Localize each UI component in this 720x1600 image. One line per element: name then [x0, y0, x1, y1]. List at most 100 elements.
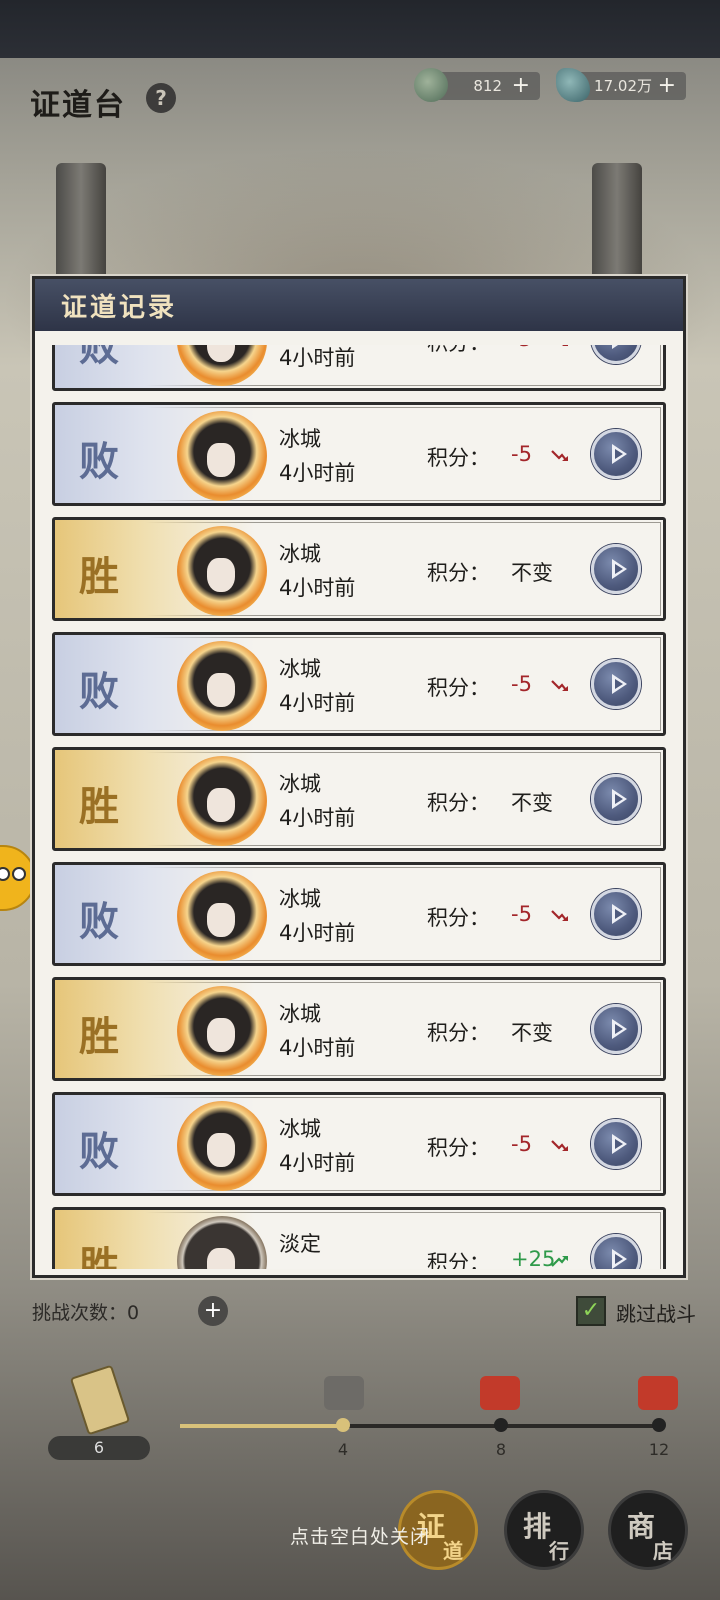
score-change: 不变	[511, 1021, 553, 1045]
score-label: 积分：	[427, 446, 490, 470]
replay-button[interactable]	[591, 544, 641, 594]
help-icon[interactable]: ?	[146, 83, 176, 113]
score-change: +25	[511, 1247, 556, 1269]
score-label: 积分：	[427, 1251, 490, 1269]
record-row: 败冰城4小时前积分：-5	[52, 345, 666, 391]
top-status-band	[0, 0, 720, 58]
record-time: 4小时前	[279, 691, 356, 715]
trend-down-icon	[551, 1140, 568, 1151]
score-label: 积分：	[427, 791, 490, 815]
record-time: 4小时前	[279, 346, 356, 370]
mascot-eye-right	[12, 867, 26, 881]
record-row: 败冰城4小时前积分：-5	[52, 402, 666, 506]
modal-title: 证道记录	[61, 293, 178, 323]
milestone-node	[494, 1418, 508, 1432]
skip-battle-label: 跳过战斗	[616, 1302, 696, 1326]
record-time: 4小时前	[279, 1151, 356, 1175]
replay-button[interactable]	[591, 1004, 641, 1054]
challenge-count: 挑战次数：0	[32, 1298, 139, 1325]
trend-down-icon	[551, 680, 568, 691]
avatar-face	[207, 788, 235, 822]
score-label: 积分：	[427, 561, 490, 585]
result-text: 败	[79, 438, 119, 485]
opponent-name: 冰城	[279, 887, 321, 911]
currency-jade: 812 +	[414, 68, 540, 102]
skip-battle-checkbox[interactable]: ✓	[576, 1296, 606, 1326]
result-text: 败	[79, 668, 119, 715]
score-label: 积分：	[427, 1136, 490, 1160]
score-change: -5	[511, 345, 532, 351]
result-text: 胜	[79, 1013, 119, 1060]
trend-down-icon	[551, 450, 568, 461]
add-challenge-button[interactable]: +	[198, 1296, 228, 1326]
record-row: 胜 冰城 4小时前 积分： 不变	[52, 517, 666, 621]
avatar-face	[207, 443, 235, 477]
record-time: 4小时前	[279, 806, 356, 830]
avatar-face	[207, 903, 235, 937]
result-text: 败	[79, 345, 119, 370]
result-text: 胜	[79, 553, 119, 600]
currency-crystal-value: 17.02万	[594, 77, 652, 95]
opponent-avatar	[177, 986, 267, 1076]
opponent-avatar	[177, 526, 267, 616]
milestone-chest-icon[interactable]	[324, 1376, 364, 1410]
milestone-label: 8	[495, 1440, 507, 1459]
replay-button[interactable]	[591, 659, 641, 709]
record-time: 4小时前	[279, 461, 356, 485]
close-hint[interactable]: 点击空白处关闭	[0, 1522, 720, 1549]
record-time: 4小时前	[279, 576, 356, 600]
opponent-name: 冰城	[279, 1002, 321, 1026]
score-change: -5	[511, 672, 532, 696]
battle-record-modal: 证道记录 败冰城4小时前积分：-5败冰城4小时前积分：-5胜冰城4小时前积分：不…	[32, 276, 686, 1278]
result-text: 胜	[79, 783, 119, 830]
opponent-avatar	[177, 411, 267, 501]
avatar-face	[207, 1248, 235, 1269]
record-row: 胜 淡定积分： +25	[52, 1207, 666, 1269]
currency-crystal: 17.02万 +	[556, 68, 686, 102]
milestone-node	[652, 1418, 666, 1432]
result-text: 败	[79, 1128, 119, 1175]
opponent-avatar	[177, 871, 267, 961]
avatar-face	[207, 345, 235, 362]
challenge-count-label: 挑战次数：	[32, 1302, 128, 1324]
milestone-chest-icon[interactable]	[480, 1376, 520, 1410]
record-time: 4小时前	[279, 1036, 356, 1060]
result-text: 胜	[79, 1243, 119, 1269]
opponent-avatar	[177, 756, 267, 846]
score-label: 积分：	[427, 1021, 490, 1045]
milestone-label: 12	[648, 1440, 670, 1459]
avatar-face	[207, 673, 235, 707]
opponent-name: 冰城	[279, 1117, 321, 1141]
currency-crystal-add-button[interactable]: +	[658, 72, 676, 100]
record-row: 胜 冰城 4小时前 积分： 不变	[52, 747, 666, 851]
trend-down-icon	[551, 910, 568, 921]
opponent-avatar	[177, 641, 267, 731]
replay-button[interactable]	[591, 889, 641, 939]
opponent-name: 淡定	[279, 1232, 321, 1256]
opponent-name: 冰城	[279, 657, 321, 681]
record-row: 败冰城4小时前积分：-5	[52, 862, 666, 966]
currency-jade-add-button[interactable]: +	[512, 72, 530, 100]
replay-button[interactable]	[591, 774, 641, 824]
page-title: 证道台	[30, 88, 126, 123]
score-label: 积分：	[427, 906, 490, 930]
record-list[interactable]: 败冰城4小时前积分：-5败冰城4小时前积分：-5胜冰城4小时前积分：不变败冰城4…	[50, 345, 670, 1269]
trend-up-icon	[551, 1256, 568, 1267]
score-change: -5	[511, 1132, 532, 1156]
currency-jade-value: 812	[473, 77, 502, 95]
opponent-avatar	[177, 1101, 267, 1191]
current-progress-value: 6	[48, 1436, 150, 1460]
replay-button[interactable]	[591, 1119, 641, 1169]
challenge-count-value: 0	[127, 1302, 140, 1324]
progress-fill	[180, 1424, 340, 1428]
record-row: 败 冰城 4小时前 积分： -5	[52, 632, 666, 736]
milestone-chest-icon[interactable]	[638, 1376, 678, 1410]
score-change: 不变	[511, 561, 553, 585]
crystal-icon	[556, 68, 590, 102]
score-label: 积分：	[427, 676, 490, 700]
avatar-face	[207, 1133, 235, 1167]
replay-button[interactable]	[591, 429, 641, 479]
opponent-name: 冰城	[279, 427, 321, 451]
record-row: 败 冰城 4小时前 积分： -5	[52, 1092, 666, 1196]
result-text: 败	[79, 898, 119, 945]
